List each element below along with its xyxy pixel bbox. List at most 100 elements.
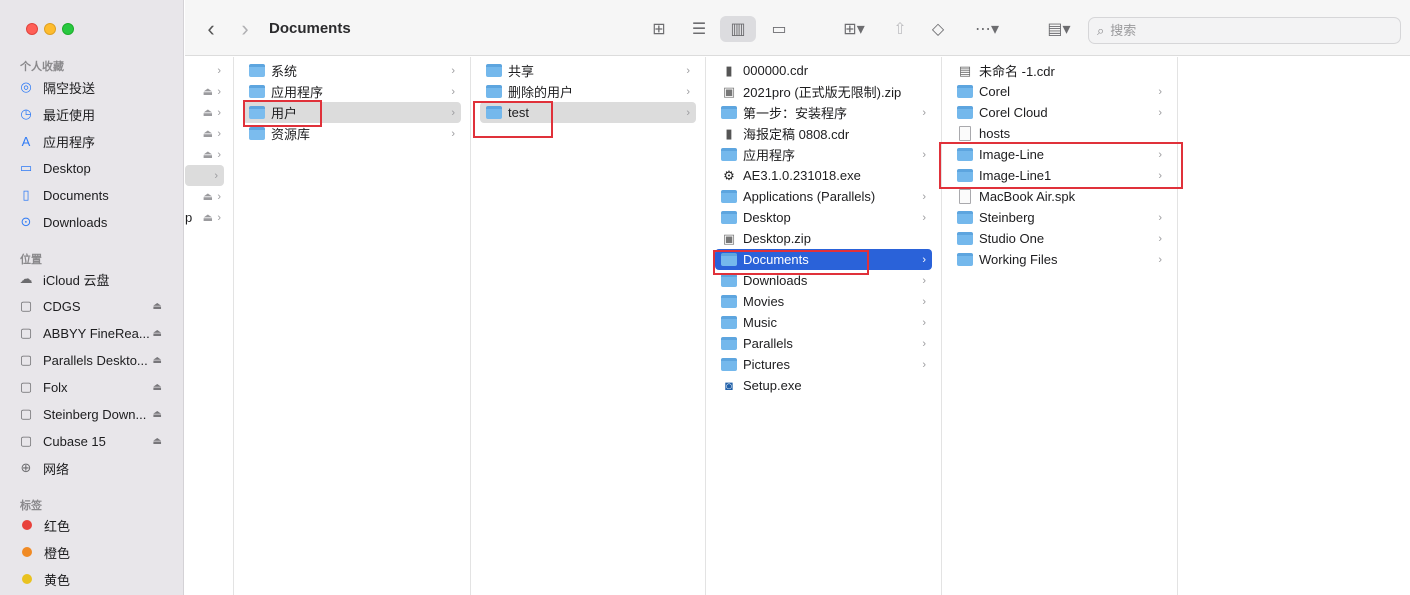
sidebar-tag-yellow[interactable]: 黄色 [16,568,176,590]
sidebar-item-downloads[interactable]: ⊙ Downloads [16,211,176,233]
folder-icon [249,64,265,77]
eject-icon[interactable]: ⏏ [203,127,213,140]
list-item[interactable]: Steinberg › [957,207,1168,228]
eject-icon[interactable]: ⏏ [203,190,213,203]
close-window-button[interactable] [26,23,38,35]
eject-icon[interactable]: ⏏ [153,328,162,339]
list-item[interactable]: ⏏ › [185,144,227,165]
list-item[interactable]: 删除的用户 › [486,81,696,102]
list-item[interactable]: ◙ Setup.exe [721,375,932,396]
sidebar-item-abbyy[interactable]: ▢ ABBYY FineRea... ⏏ [16,322,176,344]
list-item-selected[interactable]: Documents › [715,249,932,270]
chevron-right-icon: › [922,253,926,266]
list-item[interactable]: Parallels › [721,333,932,354]
list-item[interactable]: 应用程序 › [249,81,461,102]
sidebar-item-parallels[interactable]: ▢ Parallels Deskto... ⏏ [16,349,176,371]
sidebar-item-network[interactable]: ⊕ 网络 [16,457,176,479]
search-field[interactable]: ⌕ [1088,17,1401,44]
list-item[interactable]: Applications (Parallels) › [721,186,932,207]
file-icon: ▮ [725,125,733,141]
forward-button[interactable]: › [233,16,257,42]
document-icon: ▯ [22,187,30,202]
column-view-button[interactable]: ▥ [720,16,756,42]
list-item[interactable]: 第一步：安装程序 › [721,102,932,123]
disk-icon: ▢ [19,379,33,394]
eject-icon[interactable]: ⏏ [153,382,162,393]
list-item-selected[interactable]: 用户 › [243,102,461,123]
toolbar: ‹ › Documents ⊞ ☰ ▥ ▭ ⊞▾ ⇧ ◇ ⋯▾ ▤▾ ⌕ [185,0,1410,56]
list-item[interactable]: ⏏ › [185,81,227,102]
list-item[interactable]: Image-Line1 › [957,165,1168,186]
list-item[interactable]: 资源库 › [249,123,461,144]
eject-icon[interactable]: ⏏ [153,436,162,447]
list-item[interactable]: ⏏ › [185,186,227,207]
list-item[interactable]: Downloads › [721,270,932,291]
zoom-window-button[interactable] [62,23,74,35]
list-item[interactable]: ▤ 未命名 -1.cdr [957,60,1168,81]
list-item[interactable]: › [185,60,227,81]
sidebar-item-cubase[interactable]: ▢ Cubase 15 ⏏ [16,430,176,452]
eject-icon[interactable]: ⏏ [203,106,213,119]
chevron-right-icon: › [217,148,221,161]
list-item[interactable]: 系统 › [249,60,461,81]
sidebar-item-icloud[interactable]: ☁ iCloud 云盘 [16,268,176,290]
list-item[interactable]: p ⏏ › [185,207,227,228]
sidebar-tag-orange[interactable]: 橙色 [16,541,176,563]
list-item[interactable]: ▣ Desktop.zip [721,228,932,249]
list-item[interactable]: Pictures › [721,354,932,375]
minimize-window-button[interactable] [44,23,56,35]
list-item[interactable]: Corel › [957,81,1168,102]
list-item[interactable]: ⏏ › [185,102,227,123]
list-view-button[interactable]: ☰ [684,16,714,42]
search-input[interactable] [1110,23,1371,38]
list-item[interactable]: Image-Line › [957,144,1168,165]
list-item[interactable]: ▣ 2021pro (正式版无限制).zip [721,81,932,102]
list-item[interactable]: Music › [721,312,932,333]
list-item[interactable]: ▮ 000000.cdr [721,60,932,81]
sidebar-item-label: 橙色 [44,545,71,561]
list-item[interactable]: 应用程序 › [721,144,932,165]
sidebar-item-folx[interactable]: ▢ Folx ⏏ [16,376,176,398]
eject-icon[interactable]: ⏏ [203,211,213,224]
gallery-view-button[interactable]: ▭ [763,16,795,42]
action-button[interactable]: ⋯▾ [967,16,1007,42]
tags-button[interactable]: ◇ [924,16,952,42]
back-button[interactable]: ‹ [199,16,223,42]
share-button[interactable]: ⇧ [887,16,913,42]
list-item[interactable]: MacBook Air.spk [957,186,1168,207]
item-label: Downloads [743,273,808,288]
list-item[interactable]: Corel Cloud › [957,102,1168,123]
sidebar-item-label: 最近使用 [43,107,96,123]
sidebar-tag-red[interactable]: 红色 [16,514,176,536]
list-item-selected[interactable]: test › [480,102,696,123]
chevron-right-icon: › [1158,169,1162,182]
zip-icon: ▣ [722,230,736,246]
list-item-selected[interactable]: › [185,165,224,186]
sidebar-item-recents[interactable]: ◷ 最近使用 [16,103,176,125]
sidebar-item-airdrop[interactable]: ◎ 隔空投送 [16,76,176,98]
list-item[interactable]: ▮ 海报定稿 0808.cdr [721,123,932,144]
list-item[interactable]: ⚙ AE3.1.0.231018.exe [721,165,932,186]
sidebar-item-steinberg[interactable]: ▢ Steinberg Down... ⏏ [16,403,176,425]
list-item[interactable]: ⏏ › [185,123,227,144]
eject-icon[interactable]: ⏏ [203,148,213,161]
chevron-right-icon: › [686,64,690,77]
eject-icon[interactable]: ⏏ [203,85,213,98]
sidebar-item-applications[interactable]: A 应用程序 [16,130,176,152]
list-item[interactable]: hosts [957,123,1168,144]
list-item[interactable]: Movies › [721,291,932,312]
sidebar-item-cdgs[interactable]: ▢ CDGS ⏏ [16,295,176,317]
eject-icon[interactable]: ⏏ [153,355,162,366]
list-item[interactable]: Studio One › [957,228,1168,249]
icon-view-button[interactable]: ⊞ [646,16,672,42]
eject-icon[interactable]: ⏏ [153,409,162,420]
sidebar-item-documents[interactable]: ▯ Documents [16,184,176,206]
list-item[interactable]: Desktop › [721,207,932,228]
preview-button[interactable]: ▤▾ [1041,16,1077,42]
sidebar-item-desktop[interactable]: ▭ Desktop [16,157,176,179]
list-item[interactable]: 共享 › [486,60,696,81]
item-label: Corel [979,84,1011,99]
group-button[interactable]: ⊞▾ [834,16,874,42]
list-item[interactable]: Working Files › [957,249,1168,270]
eject-icon[interactable]: ⏏ [153,301,162,312]
